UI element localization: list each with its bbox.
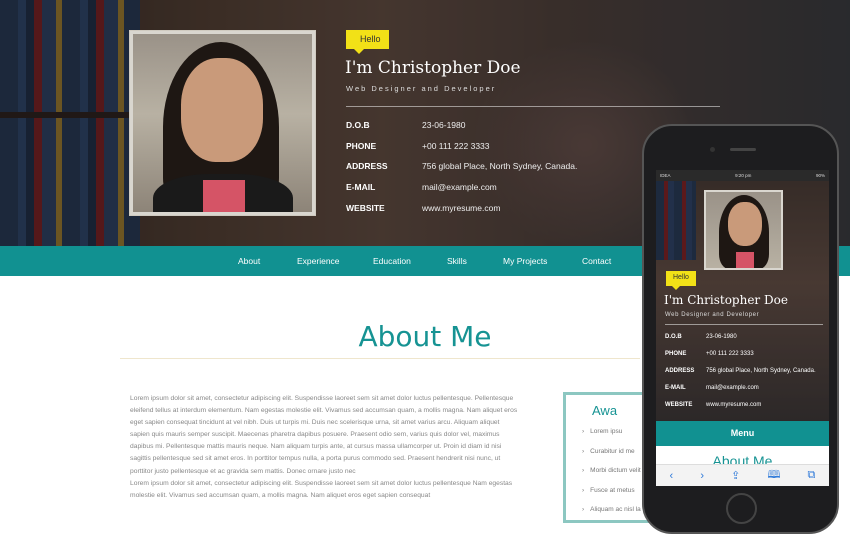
profile-info: D.O.B 23-06-1980 PHONE +00 111 222 3333 AD… <box>346 120 577 223</box>
speaker-grille <box>730 148 756 151</box>
phone-info-row: WEBSITE www.myresume.com <box>665 402 816 419</box>
info-row-dob: D.O.B 23-06-1980 <box>346 120 577 141</box>
info-key: E-MAIL <box>665 385 686 391</box>
list-item: Fusce at metus <box>582 487 641 507</box>
phone-hero: IDEA 9:20 pm 90% Hello I'm Christopher D… <box>656 170 829 421</box>
nav-item-experience[interactable]: Experience <box>297 256 340 266</box>
nav-item-contact[interactable]: Contact <box>582 256 611 266</box>
phone-photo-shirt <box>736 252 754 268</box>
nav-item-about[interactable]: About <box>238 256 260 266</box>
info-value: mail@example.com <box>706 385 759 391</box>
photo-shirt <box>203 180 245 212</box>
info-key: PHONE <box>665 351 687 357</box>
info-key: E-MAIL <box>346 182 376 193</box>
about-paragraph: Lorem ipsum dolor sit amet, consectetur … <box>130 395 518 475</box>
info-key: WEBSITE <box>665 402 693 408</box>
info-row-website: WEBSITE www.myresume.com <box>346 203 577 224</box>
phone-hello-badge: Hello <box>666 271 696 290</box>
phone-screen: IDEA 9:20 pm 90% Hello I'm Christopher D… <box>656 170 829 486</box>
home-button[interactable] <box>726 493 757 524</box>
tabs-icon[interactable]: ⧉ <box>808 469 816 482</box>
list-item: Lorem ipsu <box>582 428 641 448</box>
phone-mockup: IDEA 9:20 pm 90% Hello I'm Christopher D… <box>642 124 839 534</box>
nav-item-skills[interactable]: Skills <box>447 256 467 266</box>
info-key: ADDRESS <box>665 368 695 374</box>
phone-profile-info: D.O.B 23-06-1980 PHONE +00 111 222 3333 AD… <box>665 334 816 419</box>
carrier-label: IDEA <box>660 173 671 178</box>
profile-name: I'm Christopher Doe <box>345 58 521 78</box>
hello-badge: Hello <box>346 30 389 54</box>
phone-menu-button[interactable]: Menu <box>656 421 829 446</box>
about-divider <box>120 358 640 359</box>
awards-title: Awa <box>592 403 618 418</box>
info-value[interactable]: mail@example.com <box>422 182 497 203</box>
info-key: ADDRESS <box>346 161 388 172</box>
phone-info-row: PHONE +00 111 222 3333 <box>665 351 816 368</box>
profile-role: Web Designer and Developer <box>346 84 497 93</box>
bookmarks-icon[interactable]: 🕮 <box>767 466 780 485</box>
phone-info-row: ADDRESS 756 global Place, North Sydney, C… <box>665 368 816 385</box>
info-value: 23-06-1980 <box>706 334 737 340</box>
phone-info-row: D.O.B 23-06-1980 <box>665 334 816 351</box>
phone-profile-photo-image <box>706 192 781 268</box>
browser-toolbar: ‹ › ⇪ 🕮 ⧉ <box>656 464 829 486</box>
awards-list: Lorem ipsu Curabitur id me Morbi dictum … <box>582 428 641 526</box>
list-item: Curabitur id me <box>582 448 641 468</box>
info-value: 756 global Place, North Sydney, Canada. <box>706 368 816 374</box>
awards-box: Awa Lorem ipsu Curabitur id me Morbi dic… <box>563 392 653 523</box>
info-value: 756 global Place, North Sydney, Canada. <box>422 161 578 172</box>
profile-photo-image <box>133 34 312 212</box>
info-key: D.O.B <box>346 120 370 130</box>
info-row-email: E-MAIL mail@example.com <box>346 182 577 203</box>
profile-photo <box>129 30 316 216</box>
info-value: +00 111 222 3333 <box>422 140 490 151</box>
share-icon[interactable]: ⇪ <box>731 469 740 482</box>
phone-profile-photo <box>704 190 783 270</box>
info-key: D.O.B <box>665 334 682 340</box>
phone-profile-name: I'm Christopher Doe <box>664 293 788 307</box>
forward-icon[interactable]: › <box>700 470 704 482</box>
battery-level: 90% <box>815 173 825 178</box>
list-item: Morbi dictum velit <box>582 467 641 487</box>
phone-info-row: E-MAIL mail@example.com <box>665 385 816 402</box>
info-row-phone: PHONE +00 111 222 3333 <box>346 141 577 162</box>
info-value: 23-06-1980 <box>422 120 466 130</box>
about-heading: About Me <box>358 320 492 353</box>
divider <box>346 106 720 107</box>
nav-item-education[interactable]: Education <box>373 256 411 266</box>
info-key: PHONE <box>346 140 377 151</box>
list-item: Aliquam ac nisl la <box>582 506 641 526</box>
info-row-address: ADDRESS 756 global Place, North Sydney, C… <box>346 161 577 182</box>
info-value[interactable]: www.myresume.com <box>422 203 500 224</box>
camera-icon <box>710 147 715 152</box>
back-icon[interactable]: ‹ <box>670 470 674 482</box>
phone-profile-role: Web Designer and Developer <box>665 312 760 318</box>
nav-item-my-projects[interactable]: My Projects <box>503 256 547 266</box>
info-value: +00 111 222 3333 <box>706 351 754 357</box>
photo-face <box>181 58 263 162</box>
status-time: 9:20 pm <box>735 173 752 178</box>
about-paragraph: Lorem ipsum dolor sit amet, consectetur … <box>130 479 513 499</box>
phone-divider <box>665 324 823 325</box>
phone-photo-face <box>728 202 762 246</box>
about-text: Lorem ipsum dolor sit amet, consectetur … <box>130 393 520 502</box>
info-value: www.myresume.com <box>706 402 762 408</box>
phone-status-bar: IDEA 9:20 pm 90% <box>656 170 829 181</box>
info-key: WEBSITE <box>346 202 385 213</box>
